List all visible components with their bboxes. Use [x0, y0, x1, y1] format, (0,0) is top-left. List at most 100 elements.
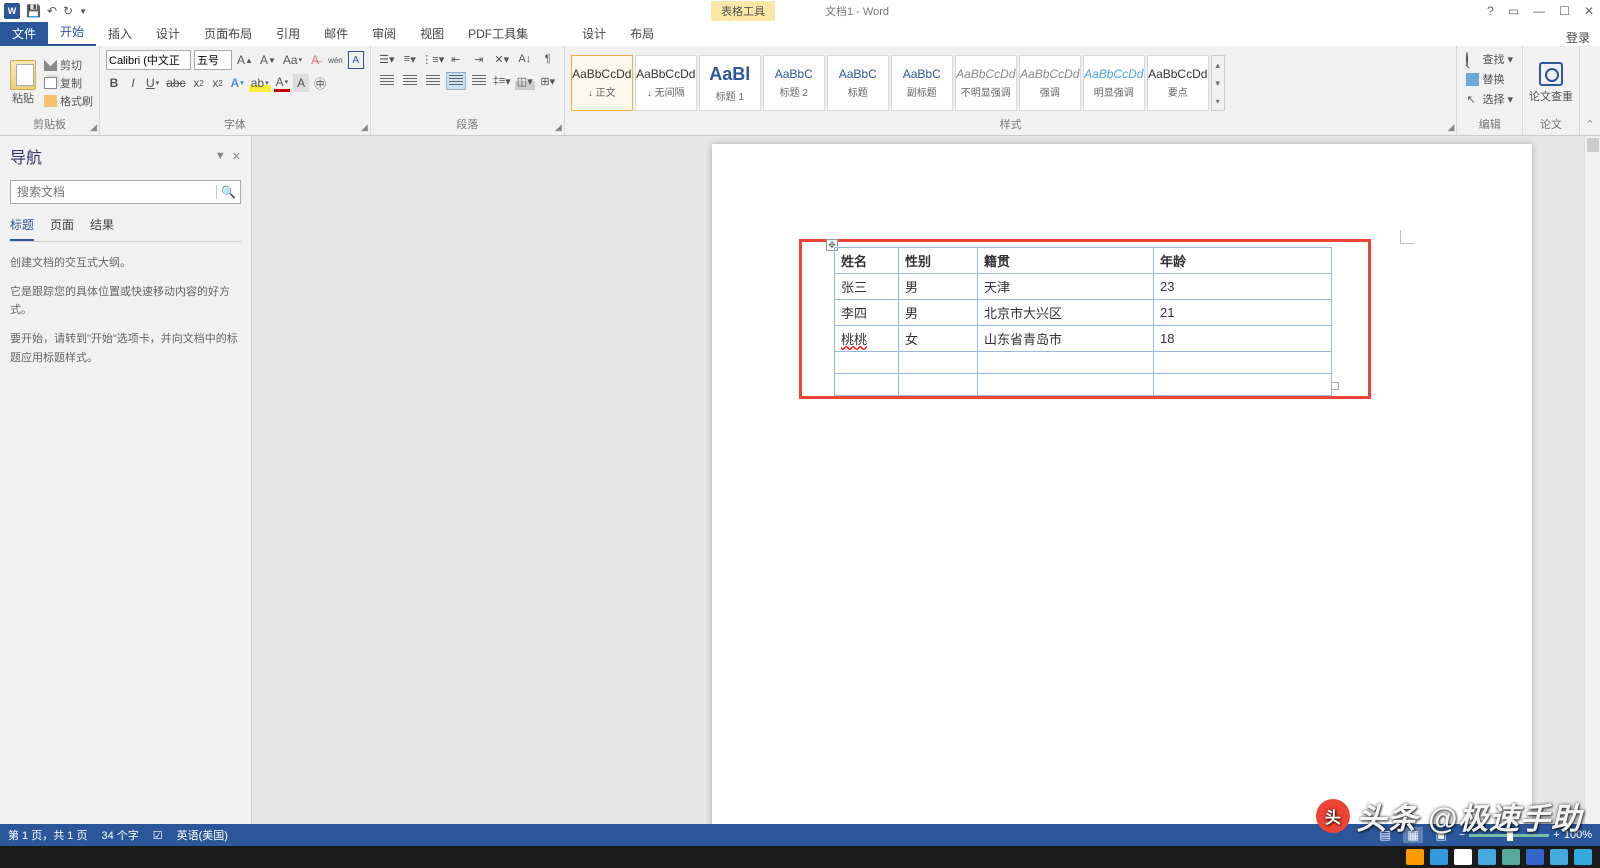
asian-layout-button[interactable]: ✕▾	[492, 50, 512, 68]
tray-icon[interactable]	[1574, 849, 1592, 865]
nav-close-icon[interactable]: ✕	[232, 150, 241, 163]
styles-launcher-icon[interactable]: ◢	[1448, 122, 1455, 133]
select-button[interactable]: ↖选择▾	[1463, 90, 1516, 108]
ribbon-options-icon[interactable]: ▭	[1508, 4, 1519, 18]
tab-table-design[interactable]: 设计	[570, 21, 618, 46]
indent-dec-button[interactable]: ⇤	[446, 50, 466, 68]
nav-dropdown-icon[interactable]: ▼	[215, 150, 226, 163]
multilevel-button[interactable]: ⋮≡▾	[423, 50, 443, 68]
proofing-icon[interactable]: ☑	[153, 829, 163, 842]
style-item[interactable]: AaBbCcDd明显强调	[1083, 55, 1145, 111]
tab-table-layout[interactable]: 布局	[618, 21, 666, 46]
cut-button[interactable]: 剪切	[44, 57, 93, 73]
superscript-button[interactable]: x2	[210, 74, 226, 92]
tab-layout[interactable]: 页面布局	[192, 21, 264, 46]
subscript-button[interactable]: x2	[191, 74, 207, 92]
tray-icon[interactable]	[1430, 849, 1448, 865]
style-item[interactable]: AaBbCcDd↓ 正文	[571, 55, 633, 111]
thesis-check-button[interactable]: 论文查重	[1529, 62, 1573, 104]
help-icon[interactable]: ?	[1487, 4, 1494, 18]
close-icon[interactable]: ✕	[1584, 4, 1594, 18]
align-center-button[interactable]	[400, 72, 420, 90]
format-painter-button[interactable]: 格式刷	[44, 93, 93, 109]
font-launcher-icon[interactable]: ◢	[361, 122, 368, 133]
char-shading-button[interactable]: A	[293, 74, 309, 92]
paste-button[interactable]: 粘贴	[6, 58, 40, 108]
justify-button[interactable]	[446, 72, 466, 90]
clipboard-launcher-icon[interactable]: ◢	[90, 122, 97, 133]
shrink-font-button[interactable]: A▼	[258, 51, 278, 69]
style-item[interactable]: AaBbC副标题	[891, 55, 953, 111]
login-link[interactable]: 登录	[1566, 25, 1600, 46]
align-right-button[interactable]	[423, 72, 443, 90]
page-info[interactable]: 第 1 页，共 1 页	[8, 827, 87, 843]
style-item[interactable]: AaBbC标题	[827, 55, 889, 111]
italic-button[interactable]: I	[125, 74, 141, 92]
bold-button[interactable]: B	[106, 74, 122, 92]
minimize-icon[interactable]: —	[1533, 4, 1545, 18]
indent-inc-button[interactable]: ⇥	[469, 50, 489, 68]
styles-scroll[interactable]: ▲▼▾	[1211, 55, 1225, 111]
tab-home[interactable]: 开始	[48, 19, 96, 46]
undo-icon[interactable]: ↶	[47, 4, 57, 18]
bullets-button[interactable]: ☰▾	[377, 50, 397, 68]
underline-button[interactable]: U▾	[144, 74, 161, 92]
document-area[interactable]: ✥ 姓名 性别 籍贯 年龄 张三男天津23 李四男北京市大兴区21 桃桃女山东省…	[252, 136, 1600, 846]
strike-button[interactable]: abc	[164, 74, 187, 92]
char-border-button[interactable]: A	[348, 51, 364, 69]
search-icon[interactable]: 🔍	[216, 185, 240, 199]
align-left-button[interactable]	[377, 72, 397, 90]
sort-button[interactable]: A↓	[515, 50, 535, 68]
data-table[interactable]: 姓名 性别 籍贯 年龄 张三男天津23 李四男北京市大兴区21 桃桃女山东省青岛…	[834, 247, 1332, 396]
tray-icon[interactable]	[1502, 849, 1520, 865]
numbering-button[interactable]: ≡▾	[400, 50, 420, 68]
style-item[interactable]: AaBbCcDd强调	[1019, 55, 1081, 111]
find-button[interactable]: 查找▾	[1463, 50, 1516, 68]
enclose-char-button[interactable]: ㊥	[312, 74, 328, 92]
qat-dropdown-icon[interactable]: ▼	[79, 7, 87, 16]
font-size-select[interactable]	[194, 50, 232, 70]
redo-icon[interactable]: ↻	[63, 4, 73, 18]
line-spacing-button[interactable]: ‡≡▾	[492, 72, 512, 90]
copy-button[interactable]: 复制	[44, 75, 93, 91]
change-case-button[interactable]: Aa▾	[281, 51, 304, 69]
style-item[interactable]: AaBbCcDd不明显强调	[955, 55, 1017, 111]
borders-button[interactable]: ⊞▾	[538, 72, 558, 90]
grow-font-button[interactable]: A▲	[235, 51, 255, 69]
maximize-icon[interactable]: ☐	[1559, 4, 1570, 18]
scroll-thumb[interactable]	[1587, 138, 1599, 152]
clear-format-button[interactable]: A̶	[307, 51, 323, 69]
text-effects-button[interactable]: A▾	[229, 74, 246, 92]
style-item[interactable]: AaBl标题 1	[699, 55, 761, 111]
tab-view[interactable]: 视图	[408, 21, 456, 46]
vertical-scrollbar[interactable]: ▲ ▼	[1584, 136, 1600, 846]
tray-icon[interactable]	[1406, 849, 1424, 865]
style-item[interactable]: AaBbC标题 2	[763, 55, 825, 111]
shading-button[interactable]: ◫▾	[515, 72, 535, 90]
tab-references[interactable]: 引用	[264, 21, 312, 46]
show-marks-button[interactable]: ¶	[538, 50, 558, 68]
tray-icon[interactable]	[1550, 849, 1568, 865]
nav-tab-headings[interactable]: 标题	[10, 216, 34, 241]
style-item[interactable]: AaBbCcDd↓ 无间隔	[635, 55, 697, 111]
tab-review[interactable]: 审阅	[360, 21, 408, 46]
language[interactable]: 英语(美国)	[177, 827, 228, 843]
replace-button[interactable]: 替换	[1463, 70, 1507, 88]
tray-icon[interactable]	[1526, 849, 1544, 865]
nav-tab-results[interactable]: 结果	[90, 216, 114, 241]
highlight-button[interactable]: ab▾	[249, 74, 271, 92]
collapse-ribbon-icon[interactable]: ⌃	[1580, 46, 1600, 135]
tab-mailings[interactable]: 邮件	[312, 21, 360, 46]
distribute-button[interactable]	[469, 72, 489, 90]
font-name-select[interactable]	[106, 50, 191, 70]
phonetic-button[interactable]: wén	[326, 51, 345, 69]
tray-icon[interactable]	[1454, 849, 1472, 865]
tab-pdf[interactable]: PDF工具集	[456, 21, 540, 46]
table-resize-handle-icon[interactable]	[1331, 382, 1339, 390]
word-count[interactable]: 34 个字	[101, 827, 138, 843]
font-color-button[interactable]: A▾	[274, 74, 291, 92]
tab-insert[interactable]: 插入	[96, 21, 144, 46]
tab-design[interactable]: 设计	[144, 21, 192, 46]
paragraph-launcher-icon[interactable]: ◢	[555, 122, 562, 133]
style-item[interactable]: AaBbCcDd要点	[1147, 55, 1209, 111]
